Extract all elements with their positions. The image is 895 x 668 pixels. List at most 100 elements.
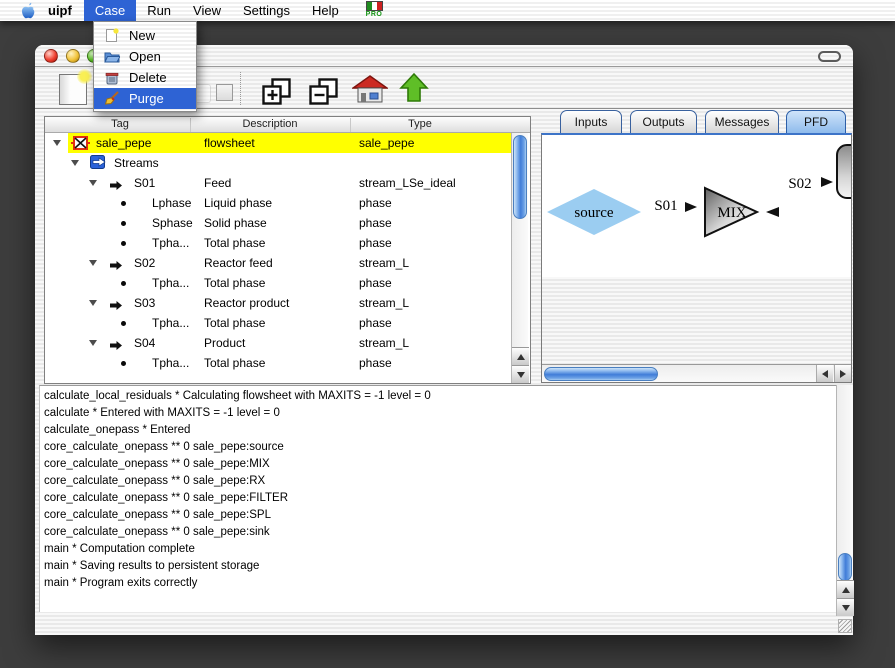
table-row-sale-pepe[interactable]: sale_pepe flowsheet sale_pepe	[45, 133, 511, 153]
scrollbar-thumb[interactable]	[513, 135, 527, 219]
bullet-icon	[121, 281, 126, 286]
up-arrow-icon	[842, 587, 850, 593]
table-row-s01[interactable]: S01 Feed stream_LSe_ideal	[45, 173, 511, 193]
tab-outputs[interactable]: Outputs	[630, 110, 697, 133]
apple-icon	[21, 2, 36, 20]
pro-label: PRO	[363, 11, 385, 19]
expand-all-button[interactable]	[262, 78, 292, 111]
pro-flag-badge: PRO	[363, 1, 385, 19]
expander-triangle[interactable]	[89, 180, 97, 186]
new-case-button[interactable]	[59, 74, 87, 105]
scroll-up-button[interactable]	[512, 347, 529, 365]
expander-triangle[interactable]	[53, 140, 61, 146]
menu-option-new[interactable]: New	[94, 25, 196, 46]
table-row-s03[interactable]: S03 Reactor product stream_L	[45, 293, 511, 313]
log-line: calculate * Entered with MAXITS = -1 lev…	[44, 407, 280, 419]
scroll-down-button[interactable]	[512, 365, 529, 383]
menu-option-purge[interactable]: Purge	[94, 88, 196, 109]
left-arrow-icon	[822, 370, 828, 378]
scroll-left-button[interactable]	[816, 365, 833, 382]
pfd-arrow-s01-icon	[685, 202, 697, 212]
collapse-all-button[interactable]	[309, 78, 339, 111]
menu-item-help[interactable]: Help	[301, 0, 350, 21]
apple-menu[interactable]	[21, 2, 36, 20]
pfd-s01-label: S01	[654, 198, 677, 214]
new-document-icon	[104, 28, 120, 43]
tree-header: Tag Description Type	[45, 117, 530, 133]
log-line: core_calculate_onepass ** 0 sale_pepe:so…	[44, 441, 284, 453]
app-menu-title[interactable]: uipf	[36, 0, 84, 21]
log-vertical-scrollbar[interactable]	[836, 385, 853, 616]
pfd-mix-label: MIX	[717, 205, 746, 221]
pfd-arrow-into-mix-icon	[766, 207, 779, 217]
up-level-button[interactable]	[398, 72, 430, 109]
resize-grip[interactable]	[838, 619, 852, 633]
pfd-pane: source S01 MIX S02	[541, 133, 852, 383]
expand-all-icon	[262, 78, 292, 106]
bullet-icon	[121, 201, 126, 206]
home-button[interactable]	[352, 74, 388, 109]
table-row-lphase[interactable]: Lphase Liquid phase phase	[45, 193, 511, 213]
log-line: main * Saving results to persistent stor…	[44, 560, 259, 572]
pfd-source-label: source	[574, 205, 613, 221]
tab-messages[interactable]: Messages	[705, 110, 779, 133]
toolbar-separator	[240, 72, 241, 105]
menu-option-delete[interactable]: Delete	[94, 67, 196, 88]
pfd-horizontal-scrollbar[interactable]	[542, 364, 851, 382]
menu-option-open[interactable]: Open	[94, 46, 196, 67]
expander-triangle[interactable]	[71, 160, 79, 166]
bullet-icon	[121, 241, 126, 246]
case-tree-panel: Tag Description Type sale_pepe flowsheet…	[44, 116, 531, 384]
bullet-icon	[121, 221, 126, 226]
column-header-description[interactable]: Description	[205, 118, 335, 130]
table-row-tphase[interactable]: Tpha... Total phase phase	[45, 273, 511, 293]
open-folder-icon	[104, 50, 120, 63]
table-row-tphase[interactable]: Tpha... Total phase phase	[45, 353, 511, 373]
menu-item-view[interactable]: View	[182, 0, 232, 21]
table-row-s02[interactable]: S02 Reactor feed stream_L	[45, 253, 511, 273]
log-line: main * Program exits correctly	[44, 577, 197, 589]
tab-pfd[interactable]: PFD	[786, 110, 846, 133]
log-output: calculate_local_residuals * Calculating …	[39, 385, 836, 612]
menu-item-settings[interactable]: Settings	[232, 0, 301, 21]
toolbar-toggle-button[interactable]	[818, 51, 841, 62]
table-row-tphase[interactable]: Tpha... Total phase phase	[45, 313, 511, 333]
tree-vertical-scrollbar[interactable]	[511, 133, 528, 383]
log-line: core_calculate_onepass ** 0 sale_pepe:SP…	[44, 509, 271, 521]
expander-triangle[interactable]	[89, 260, 97, 266]
menu-item-case[interactable]: Case	[84, 0, 136, 21]
italian-flag-icon	[366, 1, 383, 11]
down-arrow-icon	[517, 372, 525, 378]
bullet-icon	[121, 321, 126, 326]
column-header-tag[interactable]: Tag	[75, 118, 165, 130]
close-button[interactable]	[44, 49, 58, 63]
scroll-down-button[interactable]	[837, 598, 854, 616]
table-row-s04[interactable]: S04 Product stream_L	[45, 333, 511, 353]
new-sparkle-icon	[77, 69, 92, 84]
pfd-canvas[interactable]: source S01 MIX S02	[542, 135, 851, 277]
flowsheet-icon	[71, 135, 90, 156]
placeholder-square-button[interactable]	[216, 84, 233, 101]
table-row-streams[interactable]: Streams	[45, 153, 511, 173]
pfd-s02-label: S02	[788, 176, 811, 192]
pfd-unit-partial[interactable]	[837, 145, 851, 198]
scrollbar-thumb[interactable]	[544, 367, 658, 381]
log-line: core_calculate_onepass ** 0 sale_pepe:MI…	[44, 458, 270, 470]
tab-inputs[interactable]: Inputs	[560, 110, 622, 133]
log-line: core_calculate_onepass ** 0 sale_pepe:RX	[44, 475, 265, 487]
log-line: main * Computation complete	[44, 543, 195, 555]
minimize-button[interactable]	[66, 49, 80, 63]
scroll-right-button[interactable]	[834, 365, 851, 382]
expander-triangle[interactable]	[89, 300, 97, 306]
scrollbar-thumb[interactable]	[838, 553, 852, 581]
expander-triangle[interactable]	[89, 340, 97, 346]
scroll-up-button[interactable]	[837, 580, 854, 598]
table-row-sphase[interactable]: Sphase Solid phase phase	[45, 213, 511, 233]
down-arrow-icon	[842, 605, 850, 611]
menu-item-run[interactable]: Run	[136, 0, 182, 21]
table-row-tphase[interactable]: Tpha... Total phase phase	[45, 233, 511, 253]
home-icon	[352, 74, 388, 104]
collapse-all-icon	[309, 78, 339, 106]
column-header-type[interactable]: Type	[365, 118, 475, 130]
right-arrow-icon	[840, 370, 846, 378]
